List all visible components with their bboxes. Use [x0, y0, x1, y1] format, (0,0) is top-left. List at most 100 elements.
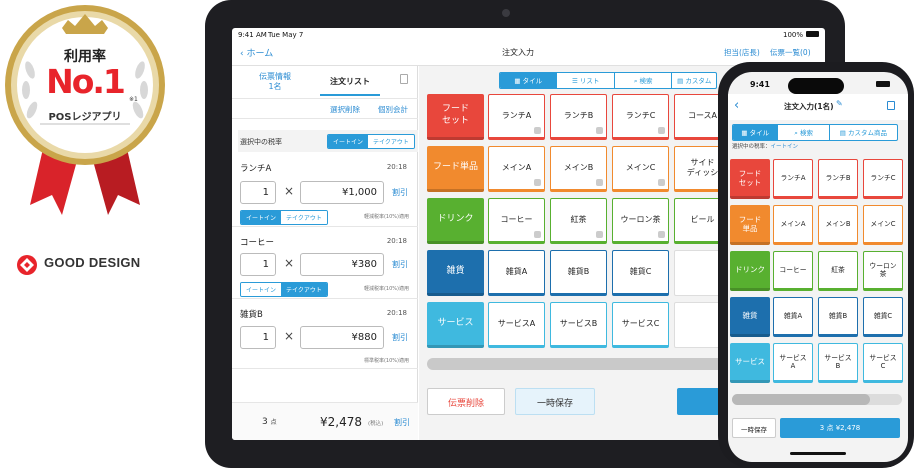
phone-product-tile[interactable]: コーヒー: [773, 251, 813, 291]
discount-button[interactable]: 割引: [392, 259, 408, 270]
phone-product-tile[interactable]: メインA: [773, 205, 813, 245]
order-item-time: 20:18: [386, 237, 407, 245]
discount-button[interactable]: 割引: [392, 187, 408, 198]
slip-icon[interactable]: [887, 101, 895, 110]
product-tile[interactable]: サービスC: [612, 302, 669, 348]
product-tile[interactable]: 雑貨C: [612, 250, 669, 296]
tab-tile[interactable]: ▦ タイル: [500, 73, 558, 88]
phone-tab-custom[interactable]: ▤ カスタム商品: [830, 125, 897, 140]
tab-slip-info[interactable]: 伝票情報 1名: [250, 72, 300, 91]
phone-product-tile[interactable]: 雑貨B: [818, 297, 858, 337]
product-tile[interactable]: サービスB: [550, 302, 607, 348]
category-food-set[interactable]: フード セット: [427, 94, 484, 140]
phone-product-tile[interactable]: 雑貨A: [773, 297, 813, 337]
item-count: 3 点: [262, 417, 277, 427]
phone-category-goods[interactable]: 雑貨: [730, 297, 770, 337]
product-tile[interactable]: 紅茶: [550, 198, 607, 244]
product-image-icon: [596, 127, 603, 134]
phone-product-tile[interactable]: メインB: [818, 205, 858, 245]
phone-back-icon[interactable]: ‹: [734, 98, 739, 113]
quantity-field[interactable]: 1: [240, 326, 276, 349]
product-image-icon: [658, 179, 665, 186]
product-tile[interactable]: メインB: [550, 146, 607, 192]
phone-product-tile[interactable]: サービス C: [863, 343, 903, 383]
product-tile[interactable]: ランチB: [550, 94, 607, 140]
product-label: 雑貨C: [629, 267, 652, 277]
eat-in-option[interactable]: イートイン: [241, 211, 282, 224]
phone-scrollbar-thumb[interactable]: [732, 394, 870, 405]
product-tile[interactable]: メインA: [488, 146, 545, 192]
phone-category-food-single[interactable]: フード 単品: [730, 205, 770, 245]
tab-search[interactable]: ⌕ 検索: [615, 73, 673, 88]
eat-in-option[interactable]: イートイン: [328, 135, 369, 148]
product-tile[interactable]: ランチC: [612, 94, 669, 140]
product-tile[interactable]: メインC: [612, 146, 669, 192]
total-discount-button[interactable]: 割引: [394, 417, 410, 428]
slip-list-button[interactable]: 伝票一覧(0): [770, 47, 811, 58]
tax-rate-label: 選択中の税率: [240, 138, 282, 146]
phone-product-tile[interactable]: 雑貨C: [863, 297, 903, 337]
memo-icon[interactable]: [400, 74, 408, 84]
phone-checkout-button[interactable]: 3 点 ¥2,478: [780, 418, 900, 438]
phone-product-tile[interactable]: ランチC: [863, 159, 903, 199]
phone-product-tile[interactable]: ランチB: [818, 159, 858, 199]
category-service[interactable]: サービス: [427, 302, 484, 348]
category-food-single[interactable]: フード単品: [427, 146, 484, 192]
tab-custom[interactable]: ▤ カスタム: [672, 73, 716, 88]
delete-selected-button[interactable]: 選択削除: [330, 104, 360, 115]
phone-hold-button[interactable]: 一時保存: [732, 418, 776, 438]
takeout-option[interactable]: テイクアウト: [281, 211, 327, 224]
tax-rate-toggle[interactable]: イートイン テイクアウト: [327, 134, 415, 149]
takeout-option[interactable]: テイクアウト: [281, 283, 327, 296]
phone-product-tile[interactable]: ウーロン 茶: [863, 251, 903, 291]
price-field[interactable]: ¥1,000: [300, 181, 384, 204]
tab-order-list[interactable]: 注文リスト: [320, 76, 380, 87]
status-date: Tue May 7: [268, 31, 304, 39]
phone-category-food-set[interactable]: フード セット: [730, 159, 770, 199]
quantity-field[interactable]: 1: [240, 253, 276, 276]
discount-button[interactable]: 割引: [392, 332, 408, 343]
view-mode-tabs[interactable]: ▦ タイル ☰ リスト ⌕ 検索 ▤ カスタム: [499, 72, 717, 89]
product-tile[interactable]: サービスA: [488, 302, 545, 348]
takeout-option[interactable]: テイクアウト: [368, 135, 414, 148]
phone-tab-tile[interactable]: ▦ タイル: [733, 125, 779, 140]
multiply-sign: ×: [284, 256, 295, 270]
phone-product-tile[interactable]: サービス B: [818, 343, 858, 383]
phone-product-tile[interactable]: ランチA: [773, 159, 813, 199]
product-label: コーヒー: [500, 215, 533, 225]
product-tile[interactable]: コーヒー: [488, 198, 545, 244]
price-field[interactable]: ¥380: [300, 253, 384, 276]
order-item-time: 20:18: [386, 309, 407, 317]
grid-icon: ▦: [741, 129, 750, 137]
phone-product-tile[interactable]: 紅茶: [818, 251, 858, 291]
phone-view-tabs[interactable]: ▦ タイル ⌕ 検索 ▤ カスタム商品: [732, 124, 898, 141]
phone-category-service[interactable]: サービス: [730, 343, 770, 383]
phone-product-tile[interactable]: メインC: [863, 205, 903, 245]
split-bill-button[interactable]: 個別会計: [378, 104, 408, 115]
price-field[interactable]: ¥880: [300, 326, 384, 349]
back-button[interactable]: ‹ ホーム: [240, 46, 273, 59]
product-image-icon: [534, 179, 541, 186]
product-tile[interactable]: ランチA: [488, 94, 545, 140]
tab-list[interactable]: ☰ リスト: [557, 73, 615, 88]
product-label: ランチA: [501, 111, 532, 121]
phone-product-tile[interactable]: サービス A: [773, 343, 813, 383]
delete-slip-button[interactable]: 伝票削除: [427, 388, 505, 415]
category-goods[interactable]: 雑貨: [427, 250, 484, 296]
item-tax-toggle[interactable]: イートイン テイクアウト: [240, 210, 328, 225]
eat-in-option[interactable]: イートイン: [241, 283, 282, 296]
phone-tab-search[interactable]: ⌕ 検索: [778, 125, 830, 140]
edit-icon[interactable]: ✎: [836, 99, 843, 108]
order-item-time: 20:18: [386, 163, 407, 171]
staff-button[interactable]: 担当(店長): [724, 47, 760, 58]
product-tile[interactable]: ウーロン茶: [612, 198, 669, 244]
item-tax-toggle[interactable]: イートイン テイクアウト: [240, 282, 328, 297]
product-tile[interactable]: 雑貨A: [488, 250, 545, 296]
phone-category-drink[interactable]: ドリンク: [730, 251, 770, 291]
quantity-field[interactable]: 1: [240, 181, 276, 204]
category-drink[interactable]: ドリンク: [427, 198, 484, 244]
hold-button[interactable]: 一時保存: [515, 388, 595, 415]
item-count-unit: 点: [270, 419, 277, 426]
status-battery-text: 100%: [782, 31, 803, 39]
product-tile[interactable]: 雑貨B: [550, 250, 607, 296]
